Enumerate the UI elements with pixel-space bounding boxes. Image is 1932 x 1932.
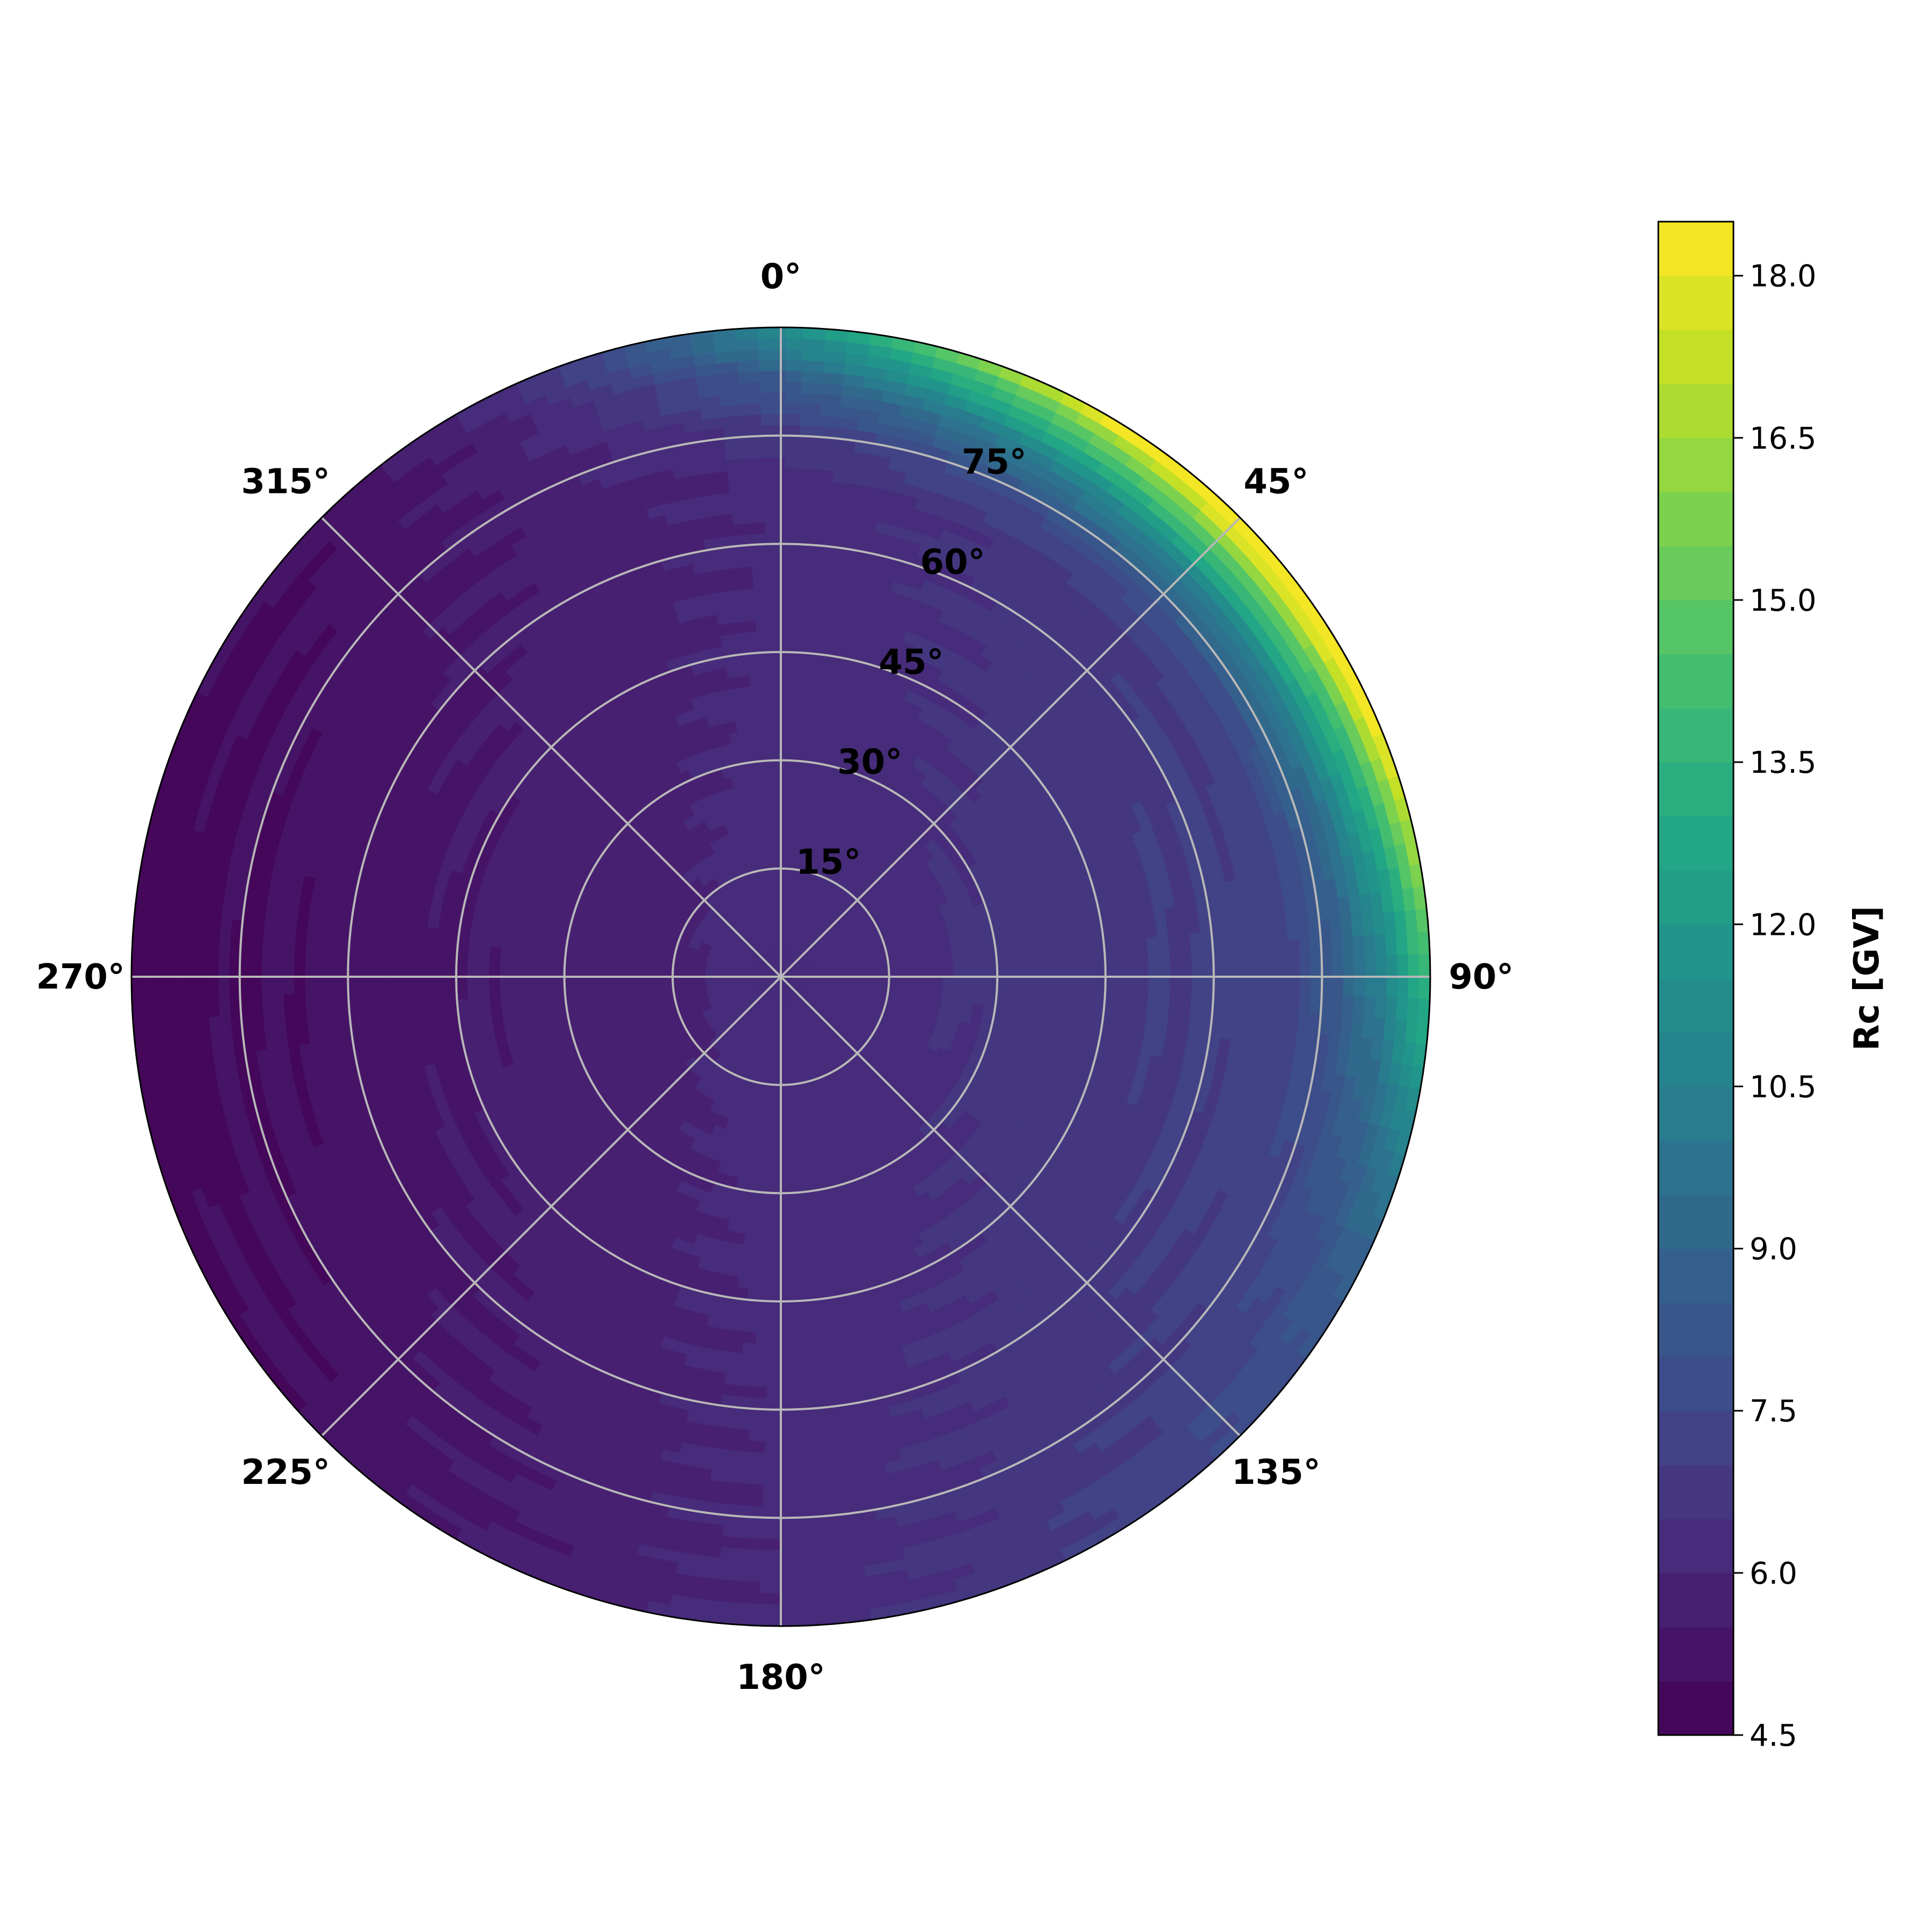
polar-heatmap-chart: 0°45°90°135°180°225°270°315° 15°30°45°60…: [36, 221, 1887, 1753]
